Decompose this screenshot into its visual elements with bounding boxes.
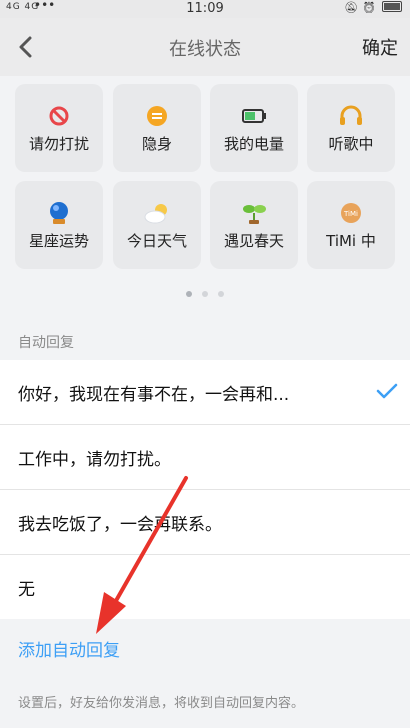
status-option-do-not-disturb[interactable]: 请勿打扰	[15, 84, 103, 172]
auto-reply-item[interactable]: 你好，我现在有事不在，一会再和...	[0, 360, 410, 425]
auto-reply-text: 你好，我现在有事不在，一会再和...	[18, 385, 290, 405]
auto-reply-section-label: 自动回复	[18, 335, 74, 351]
auto-reply-item[interactable]: 工作中，请勿打扰。	[0, 425, 410, 490]
status-option-weather[interactable]: 今日天气	[113, 181, 201, 269]
auto-reply-item[interactable]: 我去吃饭了，一会再联系。	[0, 490, 410, 555]
page-indicator	[0, 282, 410, 301]
status-option-label: 我的电量	[223, 135, 284, 153]
status-grid: 请勿打扰 隐身 我的电量 听歌中 星座运势 今日天气 遇见春天 TiMi TiM…	[0, 76, 410, 312]
status-option-horoscope[interactable]: 星座运势	[15, 181, 103, 269]
auto-reply-text: 无	[18, 580, 35, 600]
confirm-button[interactable]: 确定	[362, 34, 398, 60]
alarm-icon: ⏰︎	[362, 1, 380, 14]
status-option-label: 请勿打扰	[28, 135, 89, 153]
status-option-label: 隐身	[141, 135, 172, 153]
page-dot[interactable]	[186, 291, 192, 297]
weather-icon	[144, 204, 167, 224]
page-dot[interactable]	[202, 291, 208, 297]
status-option-battery[interactable]: 我的电量	[210, 84, 298, 172]
page-dot[interactable]	[218, 291, 224, 297]
status-option-label: TiMi 中	[326, 232, 376, 250]
status-option-spring[interactable]: 遇见春天	[210, 181, 298, 269]
invisible-icon	[147, 106, 167, 126]
status-option-label: 星座运势	[28, 232, 89, 250]
headphones-icon	[340, 105, 362, 125]
nav-bar: 在线状态 确定	[0, 18, 410, 76]
battery-icon	[382, 1, 402, 12]
status-option-listening[interactable]: 听歌中	[307, 84, 395, 172]
no-disturb-icon	[49, 106, 69, 126]
status-bar: 4G 4G ••• 11:09 🔕︎⏰︎	[0, 0, 410, 18]
status-option-label: 听歌中	[328, 135, 374, 153]
status-icons: 🔕︎⏰︎	[344, 1, 402, 14]
timi-icon: TiMi	[341, 203, 361, 223]
add-auto-reply-link[interactable]: 添加自动回复	[18, 636, 120, 661]
svg-text:TiMi: TiMi	[343, 210, 358, 218]
check-icon	[376, 383, 398, 399]
status-option-label: 遇见春天	[223, 232, 284, 250]
status-option-label: 今日天气	[126, 232, 187, 250]
auto-reply-hint: 设置后，好友给你发消息，将收到自动回复内容。	[18, 696, 305, 711]
sprout-icon	[243, 205, 266, 224]
status-option-invisible[interactable]: 隐身	[113, 84, 201, 172]
crystal-ball-icon	[50, 202, 68, 224]
page-title: 在线状态	[169, 39, 241, 60]
auto-reply-item[interactable]: 无	[0, 555, 410, 619]
status-option-timi[interactable]: TiMi TiMi 中	[307, 181, 395, 269]
auto-reply-text: 工作中，请勿打扰。	[18, 450, 171, 470]
auto-reply-text: 我去吃饭了，一会再联系。	[18, 515, 222, 535]
auto-reply-list: 你好，我现在有事不在，一会再和... 工作中，请勿打扰。 我去吃饭了，一会再联系…	[0, 360, 410, 619]
battery-icon	[242, 109, 266, 123]
mute-icon: 🔕︎	[344, 1, 363, 14]
